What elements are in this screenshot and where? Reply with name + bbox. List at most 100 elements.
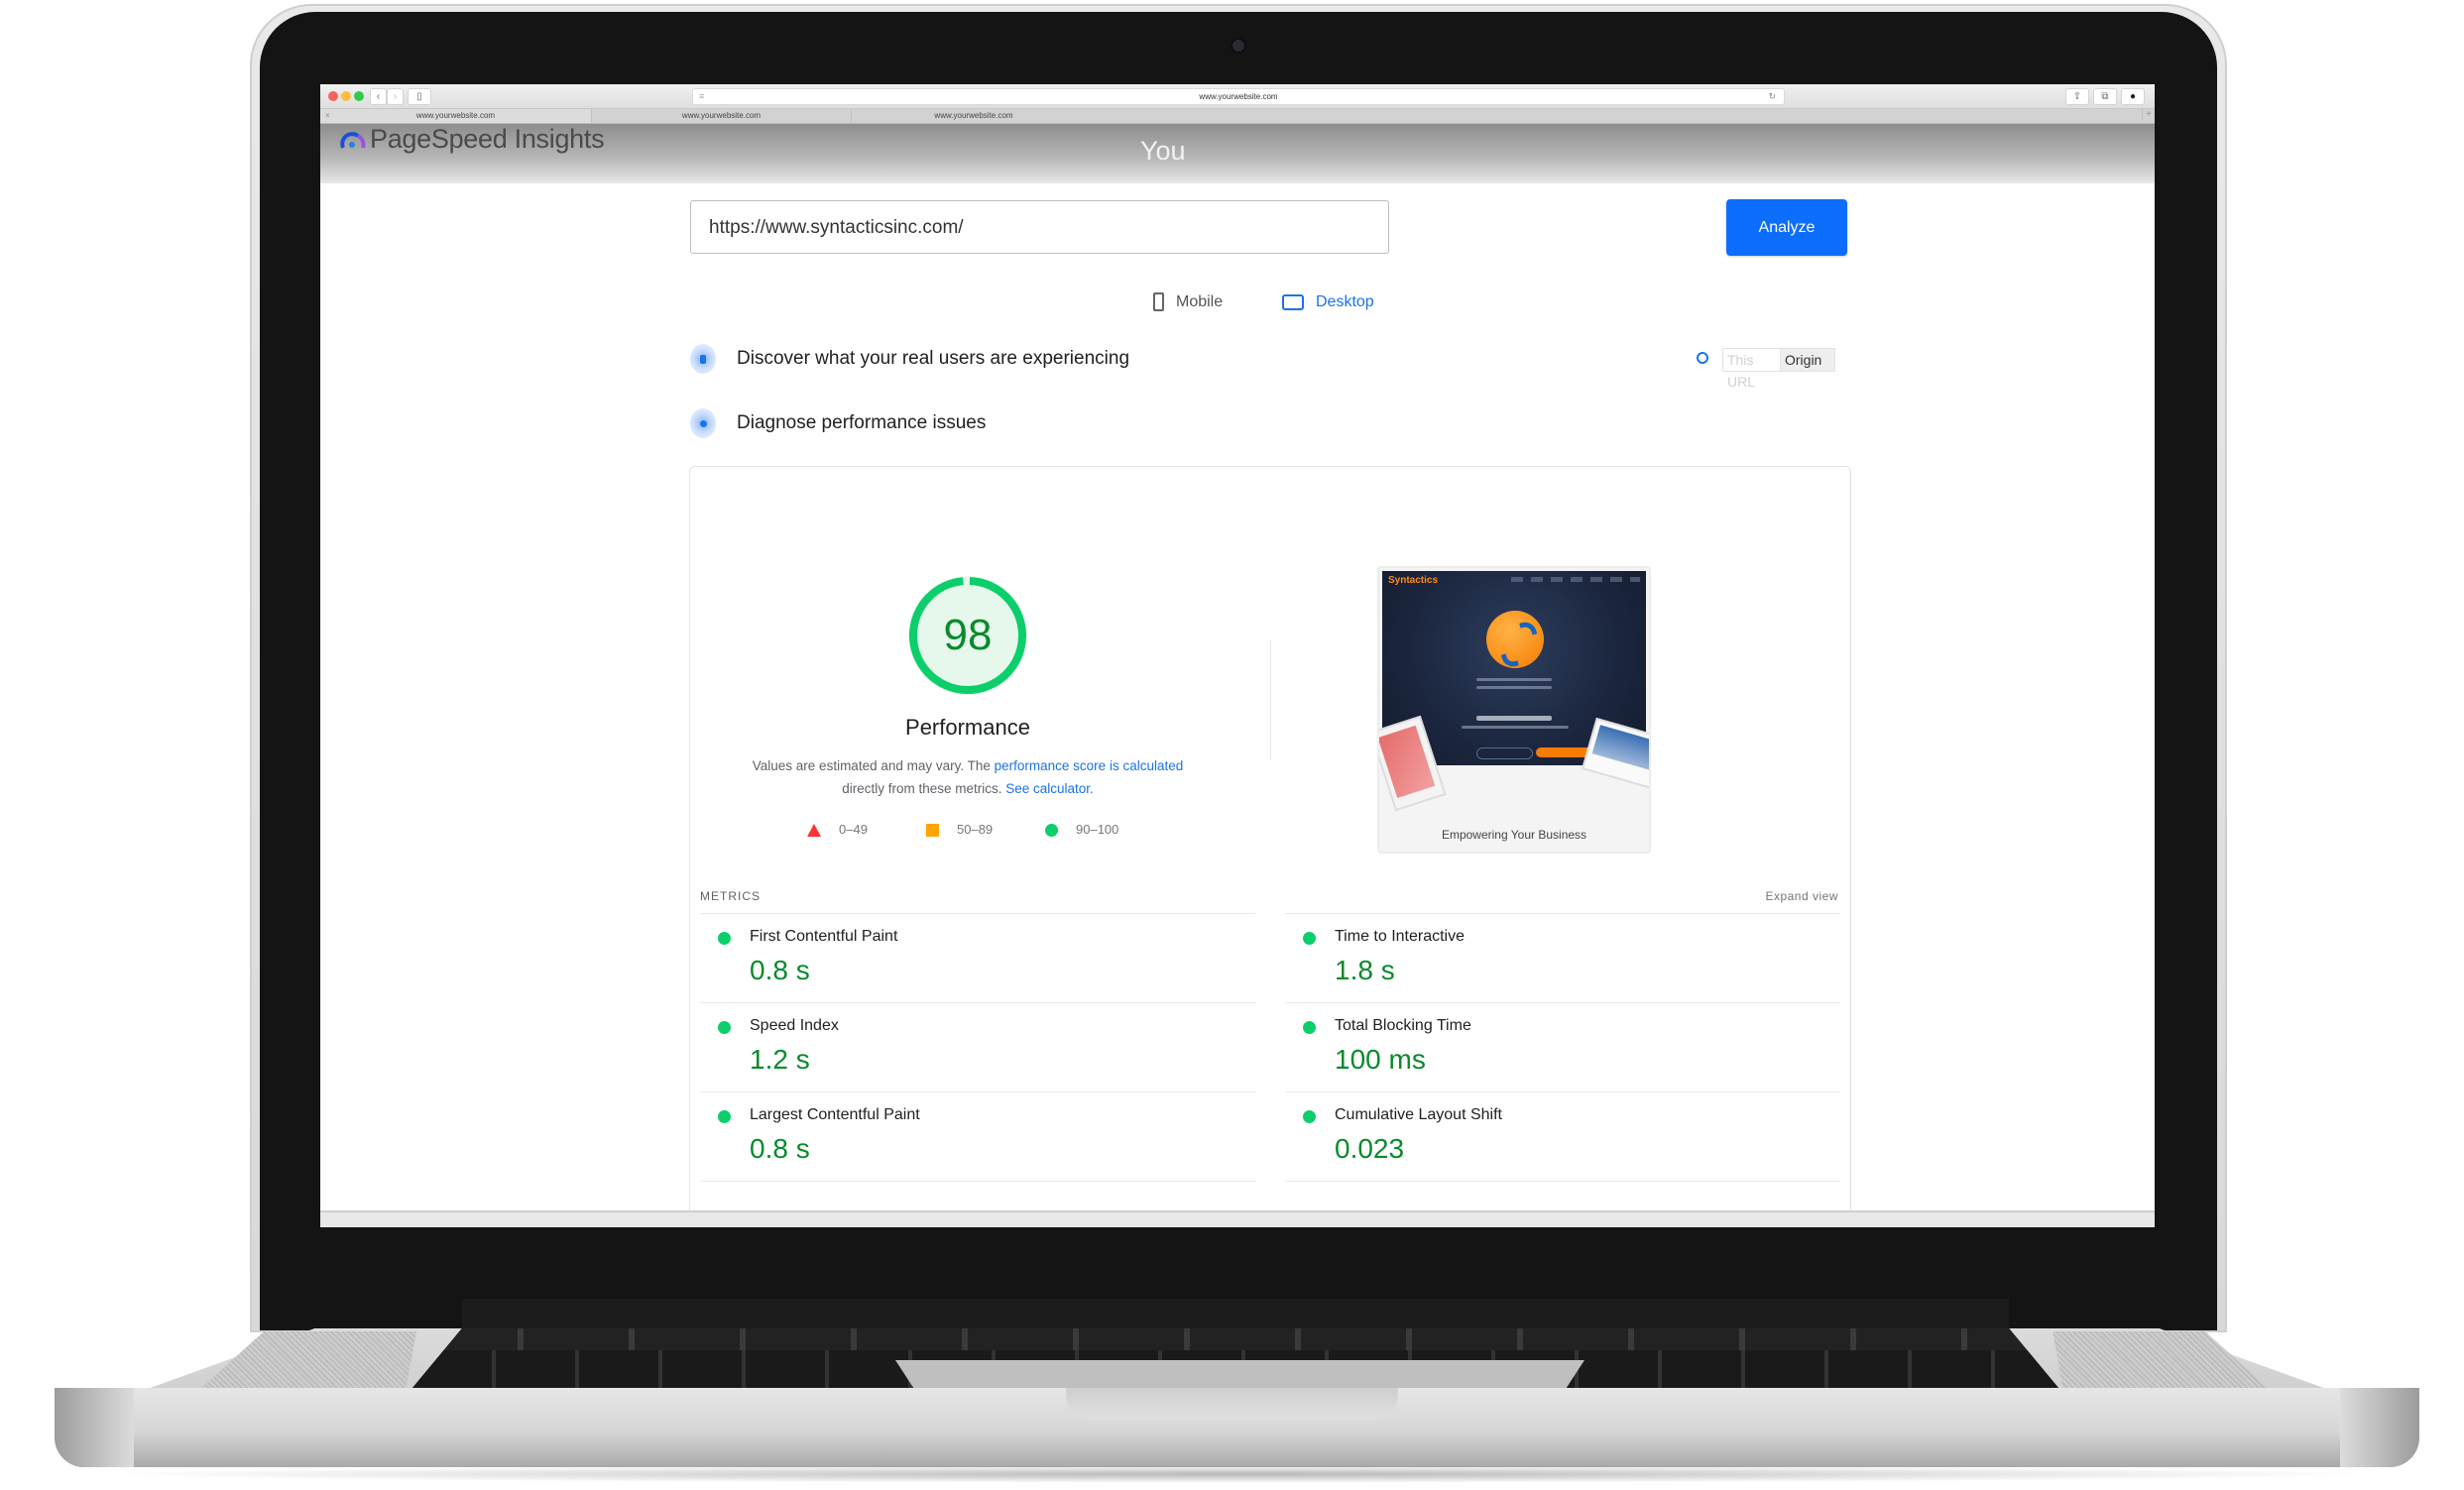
screenshot-caption: Empowering Your Business [1441, 828, 1587, 842]
expand-view-button[interactable]: Expand view [1765, 889, 1838, 903]
laptop-opening-notch [1066, 1388, 1398, 1420]
app-title[interactable]: PageSpeed Insights [370, 124, 605, 155]
reload-icon[interactable]: ↻ [1768, 89, 1776, 104]
laptop-edge-left [55, 1388, 134, 1467]
divider [700, 1181, 1255, 1182]
performance-score: 98 [943, 611, 993, 659]
legend-fail: 0–49 [807, 822, 868, 838]
toggle-origin[interactable]: Origin [1780, 348, 1835, 372]
chevron-right-icon: › [393, 91, 398, 102]
address-bar[interactable]: ≡ www.yourwebsite.com ↻ [692, 88, 1785, 105]
metric-first-contentful-paint: First Contentful Paint 0.8 s [700, 913, 1255, 1002]
metric-name: First Contentful Paint [750, 928, 898, 945]
metric-value: 0.8 s [750, 1133, 810, 1164]
browser-tab[interactable]: www.yourwebsite.com [592, 109, 852, 123]
tab-title: www.yourwebsite.com [934, 111, 1013, 120]
see-calculator-link[interactable]: See calculator. [1005, 781, 1094, 796]
reader-menu-icon: ≡ [699, 91, 705, 101]
performance-report-card: 98 Performance Values are estimated and … [689, 466, 1851, 1227]
performance-title: Performance [905, 715, 1030, 740]
download-icon: ● [2129, 91, 2137, 102]
pass-circle-icon [718, 1021, 731, 1034]
vertical-divider [1270, 640, 1271, 759]
diagnose-lens-icon [690, 408, 716, 438]
performance-score-link[interactable]: performance score is calculated [995, 758, 1184, 773]
pass-circle-icon [1303, 932, 1316, 945]
metric-time-to-interactive: Time to Interactive 1.8 s [1285, 913, 1840, 1002]
performance-score-gauge[interactable]: 98 [908, 576, 1027, 695]
browser-tab[interactable]: www.yourwebsite.com [852, 109, 1096, 123]
mobile-phone-icon [1153, 292, 1164, 312]
screenshot-brand: Syntactics [1388, 575, 1439, 586]
page-screenshot-thumbnail[interactable]: Syntactics Empowering Your Business [1377, 566, 1651, 854]
legend-average: 50–89 [926, 822, 994, 838]
pass-circle-icon [718, 932, 731, 945]
triangle-icon [807, 824, 821, 838]
laptop-screen: ‹ › ▯ ≡ www.yourwebsite.com ↻ ⇪ ⧉ ● × ww… [320, 84, 2155, 1227]
pass-circle-icon [1303, 1110, 1316, 1123]
metrics-column-right: Time to Interactive 1.8 s Total Blocking… [1285, 913, 1840, 1182]
square-icon [926, 824, 939, 838]
tab-mobile[interactable]: Mobile [1153, 290, 1223, 314]
metric-name: Speed Index [750, 1017, 839, 1034]
browser-status-bar [320, 1210, 2155, 1227]
legend-pass-label: 90–100 [1076, 822, 1119, 837]
note-prefix: Values are estimated and may vary. The [752, 758, 995, 773]
note-middle: directly from these metrics. [842, 781, 1006, 796]
tab-desktop[interactable]: Desktop [1282, 290, 1374, 314]
screenshot-text-line [1462, 726, 1569, 729]
close-window-button[interactable] [328, 91, 338, 101]
pass-circle-icon [1303, 1021, 1316, 1034]
analyze-button[interactable]: Analyze [1726, 199, 1847, 256]
new-tab-button[interactable]: + [2142, 109, 2152, 120]
speaker-grille-left [198, 1331, 416, 1391]
metric-value: 1.2 s [750, 1044, 810, 1075]
close-tab-icon[interactable]: × [325, 109, 330, 123]
user-label: You [1140, 136, 1186, 166]
screenshot-button [1476, 747, 1533, 759]
screenshot-text-line [1476, 686, 1552, 689]
screenshot-text-line [1476, 678, 1552, 681]
chevron-left-icon: ‹ [376, 91, 381, 102]
legend-fail-label: 0–49 [839, 822, 868, 837]
tab-mobile-label: Mobile [1176, 293, 1224, 310]
screenshot-nav [1511, 577, 1640, 582]
circle-icon [1045, 824, 1058, 838]
info-icon[interactable] [1697, 352, 1708, 364]
browser-toolbar: ‹ › ▯ ≡ www.yourwebsite.com ↻ ⇪ ⧉ ● [320, 84, 2155, 109]
users-chart-icon [690, 344, 716, 374]
tab-title: www.yourwebsite.com [415, 111, 496, 120]
browser-tab[interactable]: × www.yourwebsite.com [320, 109, 592, 123]
section-diagnose-title: Diagnose performance issues [737, 412, 987, 433]
back-button[interactable]: ‹ [370, 88, 387, 105]
pagespeed-logo-icon[interactable] [340, 128, 366, 150]
metric-cumulative-layout-shift: Cumulative Layout Shift 0.023 [1285, 1091, 1840, 1181]
metric-value: 1.8 s [1335, 955, 1395, 985]
sidebar-icon: ▯ [416, 91, 422, 102]
metric-name: Largest Contentful Paint [750, 1106, 920, 1123]
metrics-column-left: First Contentful Paint 0.8 s Speed Index… [700, 913, 1255, 1182]
metric-value: 0.8 s [750, 955, 810, 985]
metric-largest-contentful-paint: Largest Contentful Paint 0.8 s [700, 1091, 1255, 1181]
performance-note: Values are estimated and may vary. The p… [720, 754, 1216, 800]
maximize-window-button[interactable] [354, 91, 364, 101]
tabs-overview-button[interactable]: ⧉ [2093, 88, 2117, 105]
metric-name: Total Blocking Time [1335, 1017, 1471, 1034]
metric-name: Time to Interactive [1335, 928, 1466, 945]
url-input[interactable]: https://www.syntacticsinc.com/ [690, 200, 1389, 254]
syntactics-logo-icon [1486, 611, 1544, 668]
metric-total-blocking-time: Total Blocking Time 100 ms [1285, 1002, 1840, 1091]
downloads-button[interactable]: ● [2121, 88, 2145, 105]
screenshot-heading-line [1476, 716, 1552, 721]
metric-value: 0.023 [1335, 1133, 1405, 1164]
metric-speed-index: Speed Index 1.2 s [700, 1002, 1255, 1091]
legend-average-label: 50–89 [957, 822, 994, 837]
forward-button[interactable]: › [387, 88, 404, 105]
sidebar-toggle-button[interactable]: ▯ [408, 88, 431, 105]
laptop-shadow [89, 1465, 2390, 1483]
url-input-value: https://www.syntacticsinc.com/ [709, 217, 964, 238]
divider [1285, 1181, 1840, 1182]
minimize-window-button[interactable] [341, 91, 351, 101]
share-button[interactable]: ⇪ [2065, 88, 2089, 105]
camera-icon [1232, 40, 1244, 52]
